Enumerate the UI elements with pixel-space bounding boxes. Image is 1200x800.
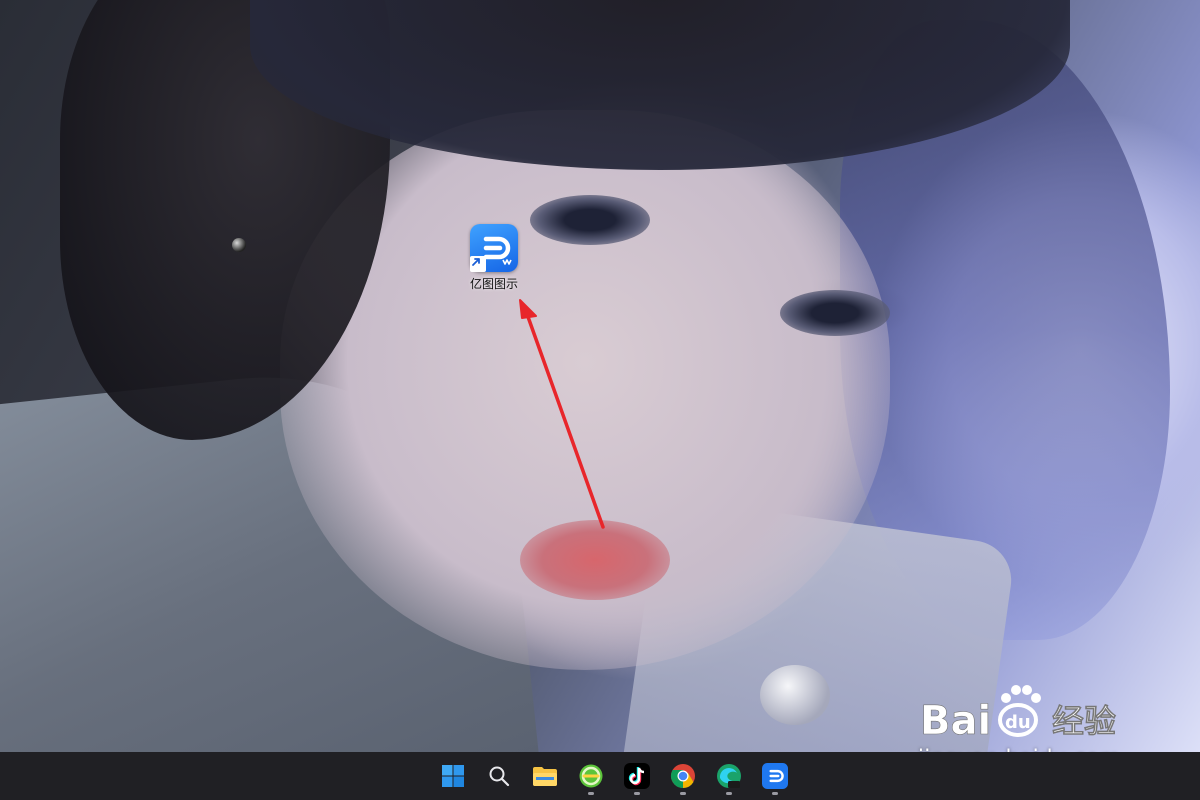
running-indicator — [680, 792, 686, 795]
wallpaper-button-stud — [760, 665, 830, 725]
svg-text:Bai: Bai — [920, 698, 991, 744]
wallpaper-lips — [520, 520, 670, 600]
chrome-icon — [670, 764, 695, 789]
wallpaper-eye-right — [780, 290, 890, 336]
svg-text:du: du — [1005, 712, 1031, 733]
taskbar-360-browser[interactable] — [572, 757, 610, 795]
edge-dev-icon — [717, 764, 741, 788]
baidu-logo: Bai du 经验 — [920, 685, 1116, 744]
taskbar-items — [434, 757, 794, 795]
desktop-shortcut-label: 亿图图示 — [469, 277, 518, 291]
taskbar-start-button[interactable] — [434, 757, 472, 795]
folder-icon — [533, 767, 557, 786]
running-indicator — [726, 792, 732, 795]
taskbar-edraw[interactable] — [756, 757, 794, 795]
running-indicator — [772, 792, 778, 795]
browser-360-icon — [579, 764, 603, 788]
desktop-shortcut-edraw[interactable]: 亿图图示 — [458, 224, 530, 292]
wallpaper-eye-left — [530, 195, 650, 245]
desktop: 亿图图示 Bai du 经验 jingyan.baidu.com — [0, 0, 1200, 800]
edraw-max-icon — [762, 763, 788, 789]
windows-start-icon — [442, 765, 464, 787]
taskbar-file-explorer[interactable] — [526, 757, 564, 795]
taskbar-search-button[interactable] — [480, 757, 518, 795]
tiktok-icon — [624, 763, 650, 789]
running-indicator — [634, 792, 640, 795]
shortcut-arrow-icon — [470, 256, 486, 272]
taskbar-edge-dev[interactable] — [710, 757, 748, 795]
edraw-max-icon — [470, 224, 518, 272]
taskbar-tiktok[interactable] — [618, 757, 656, 795]
wallpaper-earring — [232, 238, 246, 252]
taskbar-chrome[interactable] — [664, 757, 702, 795]
search-icon — [489, 766, 510, 787]
running-indicator — [588, 792, 594, 795]
taskbar — [0, 752, 1200, 800]
svg-text:经验: 经验 — [1052, 702, 1116, 740]
